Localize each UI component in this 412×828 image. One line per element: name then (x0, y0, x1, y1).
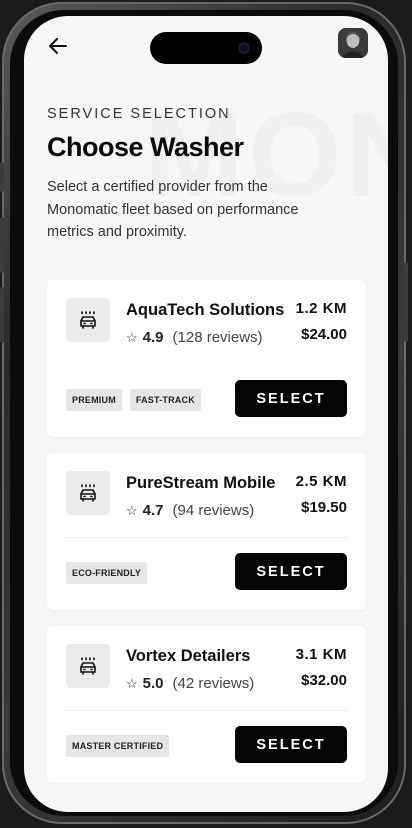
arrow-left-icon (49, 38, 67, 54)
select-button[interactable]: SELECT (235, 726, 347, 763)
section-eyebrow: SERVICE SELECTION (47, 106, 231, 122)
provider-price: $19.50 (301, 499, 347, 516)
tag-list: ECO-FRIENDLY (66, 562, 148, 584)
card-divider (66, 537, 347, 538)
provider-distance: 2.5 KM (295, 473, 347, 490)
provider-rating: ☆ 5.0 (42 reviews) (126, 675, 254, 692)
review-count: (42 reviews) (172, 675, 255, 692)
page-description: Select a certified provider from the Mon… (47, 179, 299, 240)
dynamic-island (150, 32, 262, 64)
review-count: (94 reviews) (172, 502, 255, 519)
rating-score: 4.9 (142, 329, 164, 346)
camera-icon (238, 42, 250, 54)
provider-price: $24.00 (301, 326, 347, 343)
card-divider (66, 710, 347, 711)
tag-badge: FAST-TRACK (129, 389, 201, 411)
provider-distance: 3.1 KM (295, 646, 347, 663)
volume-down-button (0, 287, 4, 343)
review-count: (128 reviews) (172, 329, 263, 346)
tag-badge: PREMIUM (66, 389, 122, 411)
rating-score: 5.0 (142, 675, 164, 692)
provider-name: Vortex Detailers (126, 647, 251, 665)
provider-price: $32.00 (301, 672, 347, 689)
rating-score: 4.7 (142, 502, 164, 519)
volume-up-button (0, 217, 4, 273)
star-outline-icon: ☆ (126, 502, 138, 518)
provider-card: AquaTech Solutions ☆ 4.9 (128 reviews) 1… (47, 280, 366, 437)
avatar[interactable] (338, 28, 368, 58)
car-wash-icon (80, 484, 96, 502)
back-button[interactable] (46, 34, 70, 58)
provider-distance: 1.2 KM (295, 300, 347, 317)
power-button (404, 262, 408, 342)
provider-icon-box (66, 644, 110, 688)
provider-card: Vortex Detailers ☆ 5.0 (42 reviews) 3.1 … (47, 626, 366, 783)
user-avatar-icon (338, 28, 368, 58)
tag-badge: ECO-FRIENDLY (66, 562, 148, 584)
tag-list: MASTER CERTIFIED (66, 735, 170, 757)
tag-badge: MASTER CERTIFIED (66, 735, 170, 757)
provider-rating: ☆ 4.9 (128 reviews) (126, 329, 263, 346)
car-wash-icon (80, 657, 96, 675)
star-outline-icon: ☆ (126, 329, 138, 345)
provider-icon-box (66, 298, 110, 342)
page-title: Choose Washer (47, 132, 244, 162)
provider-icon-box (66, 471, 110, 515)
action-button (0, 162, 4, 192)
star-outline-icon: ☆ (126, 675, 138, 691)
provider-rating: ☆ 4.7 (94 reviews) (126, 502, 254, 519)
provider-name: AquaTech Solutions (126, 301, 285, 319)
car-wash-icon (80, 311, 96, 329)
select-button[interactable]: SELECT (235, 380, 347, 417)
select-button[interactable]: SELECT (235, 553, 347, 590)
provider-card: PureStream Mobile ☆ 4.7 (94 reviews) 2.5… (47, 453, 366, 610)
screen: MONO SERVICE SELECTION Choose Washer Sel… (24, 16, 388, 812)
provider-name: PureStream Mobile (126, 474, 276, 492)
tag-list: PREMIUM FAST-TRACK (66, 389, 201, 411)
